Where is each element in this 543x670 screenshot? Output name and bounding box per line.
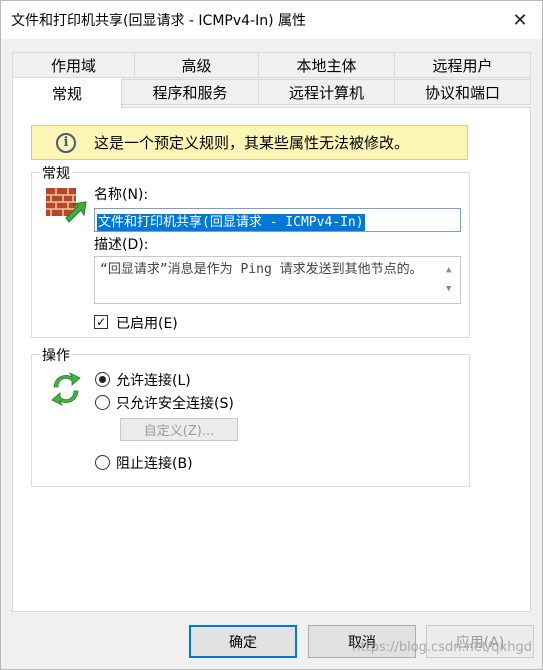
general-group-label: 常规 [40,163,72,183]
firewall-rule-icon [46,188,87,223]
info-bar: i 这是一个预定义规则，其某些属性无法被修改。 [31,125,468,160]
scroll-up-icon[interactable]: ▲ [446,261,451,280]
tab-panel-general: i 这是一个预定义规则，其某些属性无法被修改。 常规 名称(N): 文件和打印机… [12,107,531,612]
tab-protocols-ports[interactable]: 协议和端口 [394,79,531,105]
tab-scope[interactable]: 作用域 [12,52,135,78]
name-field-value: 文件和打印机共享(回显请求 - ICMPv4-In) [97,214,365,231]
allow-connection-radio[interactable] [95,372,110,387]
info-icon: i [56,132,76,153]
tab-local-principals[interactable]: 本地主体 [258,52,395,78]
description-text: “回显请求”消息是作为 Ping 请求发送到其他节点的。 [100,262,423,277]
checkmark-icon: ✓ [95,315,107,329]
tab-programs-services[interactable]: 程序和服务 [121,79,259,105]
tab-advanced[interactable]: 高级 [134,52,259,78]
close-icon[interactable]: ✕ [498,1,542,39]
enabled-checkbox[interactable]: ✓ [94,315,108,329]
block-connection-label: 阻止连接(B) [116,456,193,472]
allow-connection-label: 允许连接(L) [116,373,191,389]
name-label: 名称(N): [94,187,149,203]
ok-button[interactable]: 确定 [189,625,297,658]
watermark: https://blog.csdn.net/qxhgd [352,640,532,655]
action-cycle-icon [51,372,81,406]
allow-secure-radio[interactable] [95,395,110,410]
description-field[interactable]: “回显请求”消息是作为 Ping 请求发送到其他节点的。 ▲ ▼ [94,256,461,304]
block-connection-radio[interactable] [95,455,110,470]
properties-dialog: 文件和打印机共享(回显请求 - ICMPv4-In) 属性 ✕ 作用域 高级 本… [0,0,543,670]
action-group-label: 操作 [40,345,72,365]
description-label: 描述(D): [94,237,149,253]
allow-secure-label: 只允许安全连接(S) [116,396,234,412]
tab-remote-computers[interactable]: 远程计算机 [258,79,395,105]
info-message: 这是一个预定义规则，其某些属性无法被修改。 [94,134,410,152]
customize-button[interactable]: 自定义(Z)... [120,418,238,441]
name-field[interactable]: 文件和打印机共享(回显请求 - ICMPv4-In) [94,208,461,232]
scroll-down-icon[interactable]: ▼ [446,280,451,299]
enabled-label: 已启用(E) [116,316,178,332]
window-title: 文件和打印机共享(回显请求 - ICMPv4-In) 属性 [11,13,306,29]
tab-remote-users[interactable]: 远程用户 [394,52,531,78]
description-scrollbar[interactable]: ▲ ▼ [442,257,460,303]
tab-general[interactable]: 常规 [12,77,122,109]
title-bar: 文件和打印机共享(回显请求 - ICMPv4-In) 属性 ✕ [1,1,542,39]
